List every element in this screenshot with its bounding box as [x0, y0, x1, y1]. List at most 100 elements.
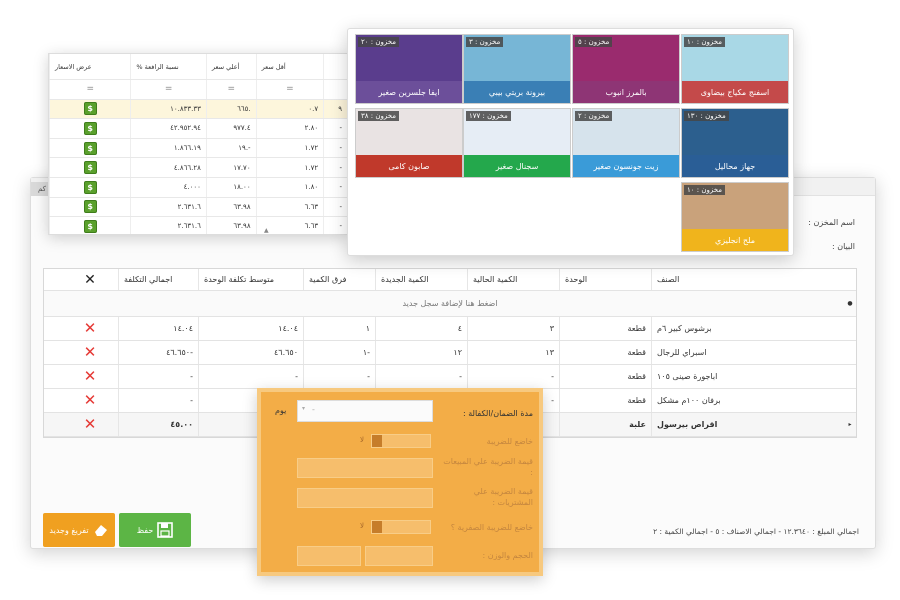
- zero-tax-toggle[interactable]: لا: [360, 520, 431, 534]
- new-qty[interactable]: ٤: [375, 317, 467, 340]
- item-name[interactable]: برفان ١٠٠م مشكل: [651, 389, 856, 412]
- warranty-input[interactable]: - ▾: [297, 400, 433, 422]
- price-col-low[interactable]: أقل سعر: [255, 54, 324, 79]
- filter-high[interactable]: =: [205, 80, 256, 99]
- price-offer-icon[interactable]: $: [83, 180, 97, 194]
- price-row[interactable]: -١.٧٢ ١٩.- ١.٨٦٦.١٩ $: [49, 138, 347, 159]
- item-unit[interactable]: علبة: [559, 413, 651, 436]
- save-button[interactable]: حفظ: [119, 513, 191, 547]
- current-qty[interactable]: ٣: [467, 317, 559, 340]
- price-offer-icon[interactable]: $: [83, 102, 97, 116]
- filter-low[interactable]: =: [255, 80, 324, 99]
- item-name[interactable]: اباجورة صينى ١٠٥: [651, 365, 856, 388]
- product-tile[interactable]: مخزون : ٥ بالمرز انبوب: [572, 34, 680, 104]
- item-name[interactable]: اسبراي للرجال: [651, 341, 856, 364]
- zero-tax-label: خاضع للضريبة الصفرية ؟: [450, 523, 533, 532]
- avg-cost[interactable]: -: [198, 365, 303, 388]
- item-unit[interactable]: قطعة: [559, 365, 651, 388]
- product-tile[interactable]: مخزون : ١٠ اسفنج مكياج بيضاوى: [681, 34, 789, 104]
- purchase-tax-input[interactable]: [297, 488, 433, 508]
- item-name[interactable]: برشوس كبير ٦م: [651, 317, 856, 340]
- col-name[interactable]: الصنف: [651, 269, 856, 290]
- product-tile[interactable]: مخزون : ٣ بيرونة بريتي بيبي: [463, 34, 571, 104]
- volume-input[interactable]: [365, 546, 433, 566]
- price-low: ١.٨٠: [255, 177, 324, 197]
- warranty-chevron-icon[interactable]: ▾: [302, 405, 305, 412]
- sales-tax-input[interactable]: [297, 458, 433, 478]
- delete-row-icon[interactable]: ✕: [62, 413, 118, 436]
- grid-header: الصنف الوحدة الكمية الحالية الكمية الجدي…: [44, 269, 856, 291]
- product-tile[interactable]: مخزون : ١٣٠ جهاز محاليل: [681, 108, 789, 178]
- table-row[interactable]: برشوس كبير ٦م قطعة ٣ ٤ ١ ١٤.٠٤ ١٤.٠٤ ✕: [44, 317, 856, 341]
- col-total-cost[interactable]: اجمالي التكلفة: [118, 269, 198, 290]
- current-qty[interactable]: ١٣: [467, 341, 559, 364]
- total-cost[interactable]: ٤٦.٦٥٠-: [118, 341, 198, 364]
- product-tile[interactable]: مخزون : ١٧٧ سجنال صغير: [463, 108, 571, 178]
- product-name: بيرونة بريتي بيبي: [464, 81, 570, 103]
- clear-new-button[interactable]: تفريغ وجديد: [43, 513, 115, 547]
- price-row[interactable]: -٦.٦٣ ٦٣.٩٨ ٢.٦٣١.٦ $: [49, 217, 347, 234]
- price-offer-icon[interactable]: $: [83, 141, 97, 155]
- filter-offers[interactable]: =: [49, 80, 130, 99]
- filter-pct[interactable]: =: [130, 80, 205, 99]
- taxable-knob: [372, 435, 382, 447]
- price-row[interactable]: -١.٨٠ ١٨.٠٠ ٤.٠٠٠ $: [49, 177, 347, 198]
- col-current-qty[interactable]: الكمية الحالية: [467, 269, 559, 290]
- col-qty-diff[interactable]: فرق الكمية: [303, 269, 375, 290]
- price-offer-icon[interactable]: $: [83, 219, 97, 233]
- total-cost[interactable]: ٤٥.٠٠: [118, 413, 198, 436]
- delete-row-icon[interactable]: ✕: [62, 389, 118, 412]
- price-low: ١.٧٢: [255, 158, 324, 177]
- col-new-qty[interactable]: الكمية الجديدة: [375, 269, 467, 290]
- total-cost[interactable]: -: [118, 389, 198, 412]
- delete-row-icon[interactable]: ✕: [62, 365, 118, 388]
- item-unit[interactable]: قطعة: [559, 317, 651, 340]
- taxable-toggle[interactable]: لا: [360, 434, 431, 448]
- avg-cost[interactable]: ١٤.٠٤: [198, 317, 303, 340]
- total-cost[interactable]: -: [118, 365, 198, 388]
- current-qty[interactable]: -: [467, 365, 559, 388]
- price-pct: ٤٢.٩٥٢.٩٤: [130, 119, 205, 138]
- new-row-prompt[interactable]: ● اضغط هنا لإضافة سجل جديد: [44, 291, 856, 317]
- new-qty[interactable]: ١٢: [375, 341, 467, 364]
- avg-cost[interactable]: ٤٦.٦٥٠: [198, 341, 303, 364]
- item-unit[interactable]: قطعة: [559, 389, 651, 412]
- new-qty[interactable]: -: [375, 365, 467, 388]
- price-offer-icon[interactable]: $: [83, 121, 97, 135]
- price-col-pct[interactable]: نسبة الرافعة %: [130, 54, 205, 79]
- product-tile[interactable]: مخزون : ١٠ ملح انجليزي: [681, 182, 789, 252]
- price-col-offers[interactable]: عرض الاسعار: [49, 54, 130, 79]
- price-row[interactable]: -٦.٦٣ ٦٣.٩٨ ٢.٦٣١.٦ $: [49, 197, 347, 218]
- qty-diff[interactable]: ١: [303, 317, 375, 340]
- qty-diff[interactable]: -: [303, 365, 375, 388]
- col-avg-cost[interactable]: متوسط تكلفة الوحدة: [198, 269, 303, 290]
- stock-badge: مخزون : ٢: [575, 111, 613, 121]
- item-name[interactable]: اقراص بيرسول: [651, 413, 856, 436]
- price-offer-icon[interactable]: $: [83, 200, 97, 214]
- clear-all-icon[interactable]: ✕: [62, 269, 118, 290]
- product-tile[interactable]: مخزون : ٢٠ ايفا جلسرين صغير: [355, 34, 463, 104]
- warranty-unit: يوم: [275, 406, 287, 415]
- price-a: -: [323, 217, 347, 234]
- total-cost[interactable]: ١٤.٠٤: [118, 317, 198, 340]
- qty-diff[interactable]: ١-: [303, 341, 375, 364]
- weight-input[interactable]: [297, 546, 361, 566]
- price-offer-icon[interactable]: $: [83, 161, 97, 175]
- warranty-value: -: [312, 405, 315, 414]
- delete-row-icon[interactable]: ✕: [62, 341, 118, 364]
- table-row[interactable]: اسبراي للرجال قطعة ١٣ ١٢ ١- ٤٦.٦٥٠ ٤٦.٦٥٠- ✕: [44, 341, 856, 365]
- price-row[interactable]: -١.٧٢ ١٧.٧٠ ٤.٨٦٦.٢٨ $: [49, 158, 347, 178]
- delete-row-icon[interactable]: ✕: [62, 317, 118, 340]
- scroll-up-icon[interactable]: ▲: [264, 227, 269, 234]
- price-row[interactable]: -٢.٨٠ ٩٧٧.٤ ٤٢.٩٥٢.٩٤ $: [49, 119, 347, 139]
- product-tile[interactable]: مخزون : ٣٨ صابون كامى: [355, 108, 463, 178]
- table-row[interactable]: اباجورة صينى ١٠٥ قطعة - - - - - ✕: [44, 365, 856, 389]
- product-name: ملح انجليزي: [682, 229, 788, 251]
- zero-tax-toggle-text: لا: [360, 522, 364, 530]
- price-row[interactable]: ٩ ٠.٧ ٦٦٥. ١٠.٨٣٣.٣٣ $: [49, 99, 347, 120]
- product-tile[interactable]: مخزون : ٢ زيت جونسون صغير: [572, 108, 680, 178]
- item-unit[interactable]: قطعة: [559, 341, 651, 364]
- col-unit[interactable]: الوحدة: [559, 269, 651, 290]
- price-col-high[interactable]: أعلي سعر: [205, 54, 256, 79]
- filter-a[interactable]: [323, 80, 347, 99]
